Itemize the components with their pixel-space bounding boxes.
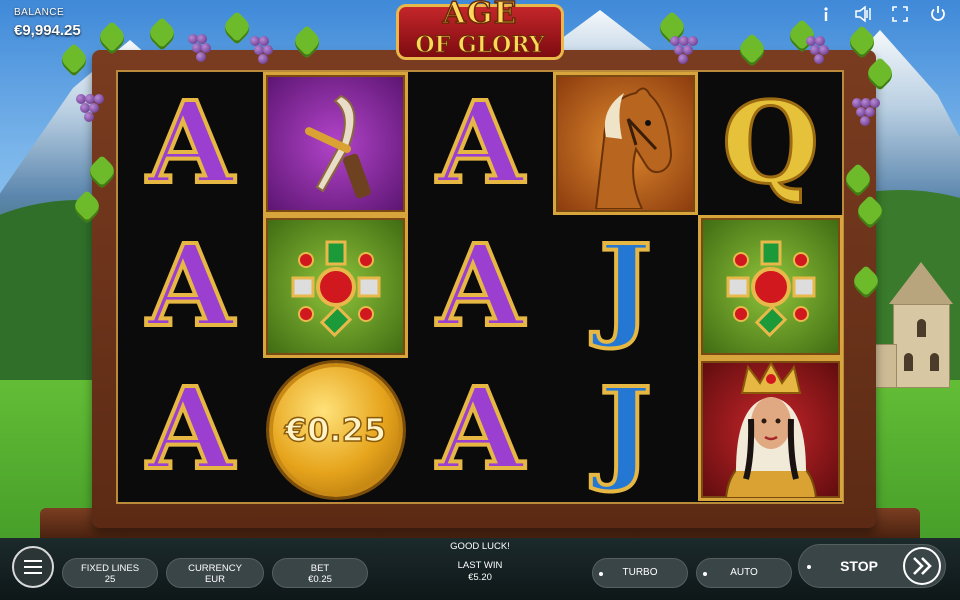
currency-selector[interactable]: CURRENCY EUR — [166, 558, 264, 588]
castle-window — [917, 319, 926, 337]
turbo-label: TURBO — [622, 567, 658, 578]
castle-body — [893, 304, 950, 388]
castle — [865, 262, 960, 388]
queen-icon — [724, 361, 817, 498]
symbol-j: J — [553, 215, 698, 358]
currency-label: CURRENCY — [188, 563, 242, 574]
auto-label: AUTO — [730, 567, 758, 578]
jewel-brooch-icon — [291, 240, 380, 337]
coin-value: €0.25 — [284, 410, 387, 450]
bet-label: BET — [310, 563, 330, 574]
symbol-q: Q — [698, 72, 843, 215]
grape-cluster-icon — [250, 36, 276, 70]
hamburger-icon-line — [24, 560, 42, 562]
symbol-letter: A — [435, 363, 526, 495]
symbol-a: A — [118, 358, 263, 501]
symbol-letter: A — [145, 77, 236, 209]
symbol-coin: €0.25 — [263, 358, 408, 501]
bet-value: €0.25 — [308, 574, 332, 585]
auto-indicator-dot — [703, 572, 707, 576]
symbol-letter: A — [435, 220, 526, 352]
symbol-letter: A — [145, 220, 236, 352]
menu-button[interactable] — [12, 546, 54, 588]
game-logo: AGE OF GLORY — [396, 0, 564, 70]
currency-value: EUR — [204, 574, 226, 585]
jewel-brooch-icon — [726, 240, 815, 337]
turbo-button[interactable]: TURBO — [592, 558, 688, 588]
symbol-a: A — [118, 215, 263, 358]
symbol-letter: A — [435, 77, 526, 209]
coin-icon: €0.25 — [268, 362, 403, 497]
grape-cluster-icon — [852, 98, 880, 132]
castle-window — [904, 353, 913, 371]
castle-window — [930, 353, 939, 371]
logo-title-line1: AGE — [442, 0, 518, 32]
logo-title-line2: OF GLORY — [415, 32, 545, 59]
balance-label: BALANCE — [14, 7, 65, 18]
sword-icon — [304, 94, 371, 198]
sound-icon[interactable] — [853, 5, 873, 23]
symbol-j: J — [553, 358, 698, 501]
symbol-jewel — [698, 215, 843, 358]
double-chevron-right-icon[interactable] — [903, 547, 941, 585]
last-win-label: LAST WIN — [457, 560, 503, 571]
stop-button[interactable]: STOP — [798, 544, 946, 588]
turbo-indicator-dot — [599, 572, 603, 576]
grape-cluster-icon — [188, 34, 214, 68]
fixed-lines-selector[interactable]: FIXED LINES 25 — [62, 558, 158, 588]
info-icon[interactable] — [816, 5, 836, 23]
symbol-a: A — [408, 72, 553, 215]
auto-button[interactable]: AUTO — [696, 558, 792, 588]
grape-cluster-icon — [806, 36, 832, 70]
grape-cluster-icon — [670, 36, 698, 70]
symbol-letter: J — [597, 220, 654, 352]
power-icon[interactable] — [928, 5, 948, 23]
status-message: GOOD LUCK! — [450, 541, 510, 552]
symbol-queen — [698, 358, 843, 501]
symbol-horse — [553, 72, 698, 215]
grape-cluster-icon — [76, 94, 104, 128]
last-win: LAST WIN €5.20 — [430, 560, 530, 584]
fullscreen-icon[interactable] — [890, 5, 910, 23]
balance-value: €9,994.25 — [14, 22, 81, 39]
symbol-letter: A — [145, 363, 236, 495]
bet-selector[interactable]: BET €0.25 — [272, 558, 368, 588]
symbol-letter: J — [597, 363, 654, 495]
symbol-a: A — [408, 215, 553, 358]
hamburger-icon-line — [24, 572, 42, 574]
hamburger-icon-line — [24, 566, 42, 568]
symbol-sword — [263, 72, 408, 215]
fixed-lines-label: FIXED LINES — [80, 563, 140, 574]
last-win-value: €5.20 — [468, 572, 492, 583]
symbol-a: A — [408, 358, 553, 501]
symbol-a: A — [118, 72, 263, 215]
stop-indicator-dot — [807, 565, 811, 569]
fixed-lines-value: 25 — [104, 574, 116, 585]
symbol-jewel — [263, 215, 408, 358]
stop-label: STOP — [840, 558, 878, 574]
castle-roof — [889, 262, 953, 304]
symbol-letter: Q — [720, 77, 821, 209]
reel-window: A A A €0.25 A A A J J Q — [116, 70, 844, 504]
horse-icon — [594, 87, 672, 209]
